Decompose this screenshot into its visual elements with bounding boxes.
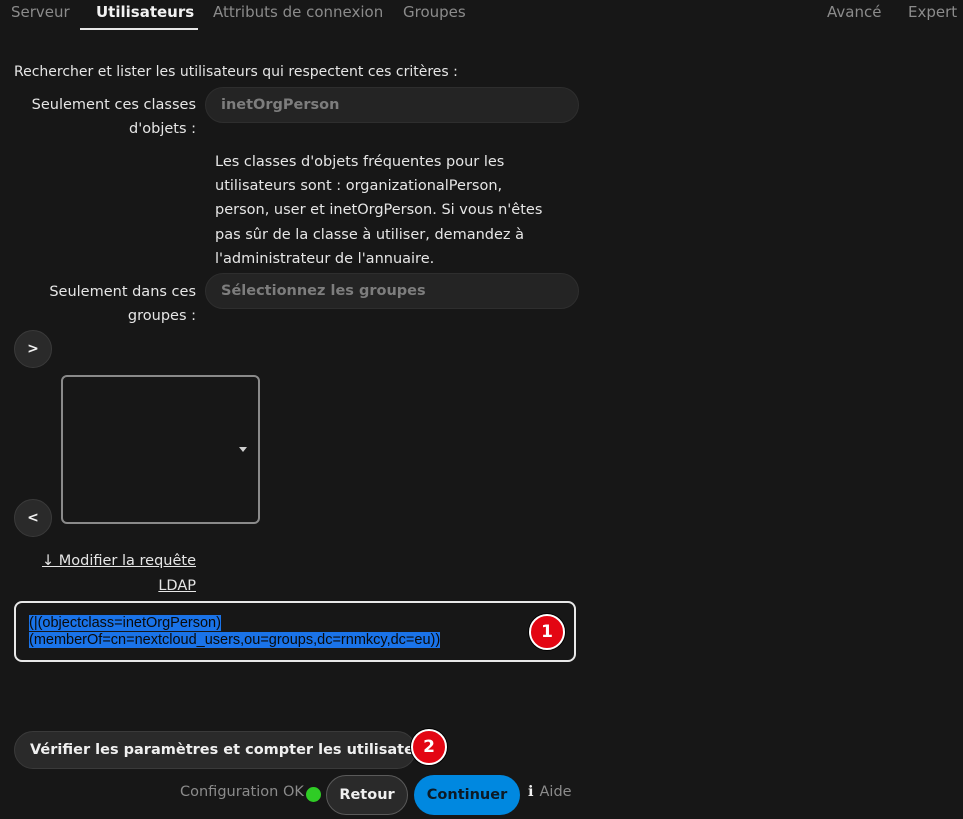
modify-ldap-query-link[interactable]: ↓ Modifier la requête LDAP bbox=[30, 549, 196, 598]
annotation-badge-2: 2 bbox=[411, 729, 447, 765]
tab-users[interactable]: Utilisateurs bbox=[96, 3, 194, 21]
tab-advanced[interactable]: Avancé bbox=[827, 3, 881, 21]
ldap-query-textarea[interactable]: (|(objectclass=inetOrgPerson) (memberOf=… bbox=[14, 601, 576, 662]
info-icon: ℹ bbox=[528, 784, 534, 800]
back-button[interactable]: Retour bbox=[326, 775, 408, 815]
status-ok-icon bbox=[306, 787, 321, 802]
configuration-status: Configuration OK bbox=[180, 784, 304, 800]
annotation-badge-1: 1 bbox=[529, 614, 565, 650]
help-link[interactable]: ℹ Aide bbox=[528, 784, 572, 800]
object-classes-input[interactable]: inetOrgPerson bbox=[205, 87, 579, 123]
active-tab-indicator bbox=[80, 28, 198, 30]
verify-settings-button[interactable]: Vérifier les paramètres et compter les u… bbox=[14, 731, 440, 769]
tab-groups[interactable]: Groupes bbox=[403, 3, 466, 21]
object-classes-label: Seulement ces classes d'objets : bbox=[31, 97, 196, 137]
groups-select-input[interactable]: Sélectionnez les groupes bbox=[205, 273, 579, 309]
continue-button[interactable]: Continuer bbox=[414, 775, 520, 815]
ldap-query-line: (memberOf=cn=nextcloud_users,ou=groups,d… bbox=[29, 632, 441, 648]
tab-expert[interactable]: Expert bbox=[908, 3, 957, 21]
section-intro: Rechercher et lister les utilisateurs qu… bbox=[14, 64, 458, 80]
chevron-down-icon bbox=[239, 447, 247, 452]
groups-listbox[interactable] bbox=[61, 375, 260, 524]
ldap-query-line: (|(objectclass=inetOrgPerson) bbox=[29, 615, 221, 631]
tab-bar: Serveur Utilisateurs Attributs de connex… bbox=[0, 0, 963, 30]
object-classes-hint: Les classes d'objets fréquentes pour les… bbox=[215, 154, 543, 267]
tab-login-attributes[interactable]: Attributs de connexion bbox=[213, 3, 383, 21]
remove-group-button[interactable]: < bbox=[14, 499, 52, 537]
add-group-button[interactable]: > bbox=[14, 330, 52, 368]
tab-server[interactable]: Serveur bbox=[11, 3, 70, 21]
groups-label: Seulement dans ces groupes : bbox=[49, 284, 196, 324]
